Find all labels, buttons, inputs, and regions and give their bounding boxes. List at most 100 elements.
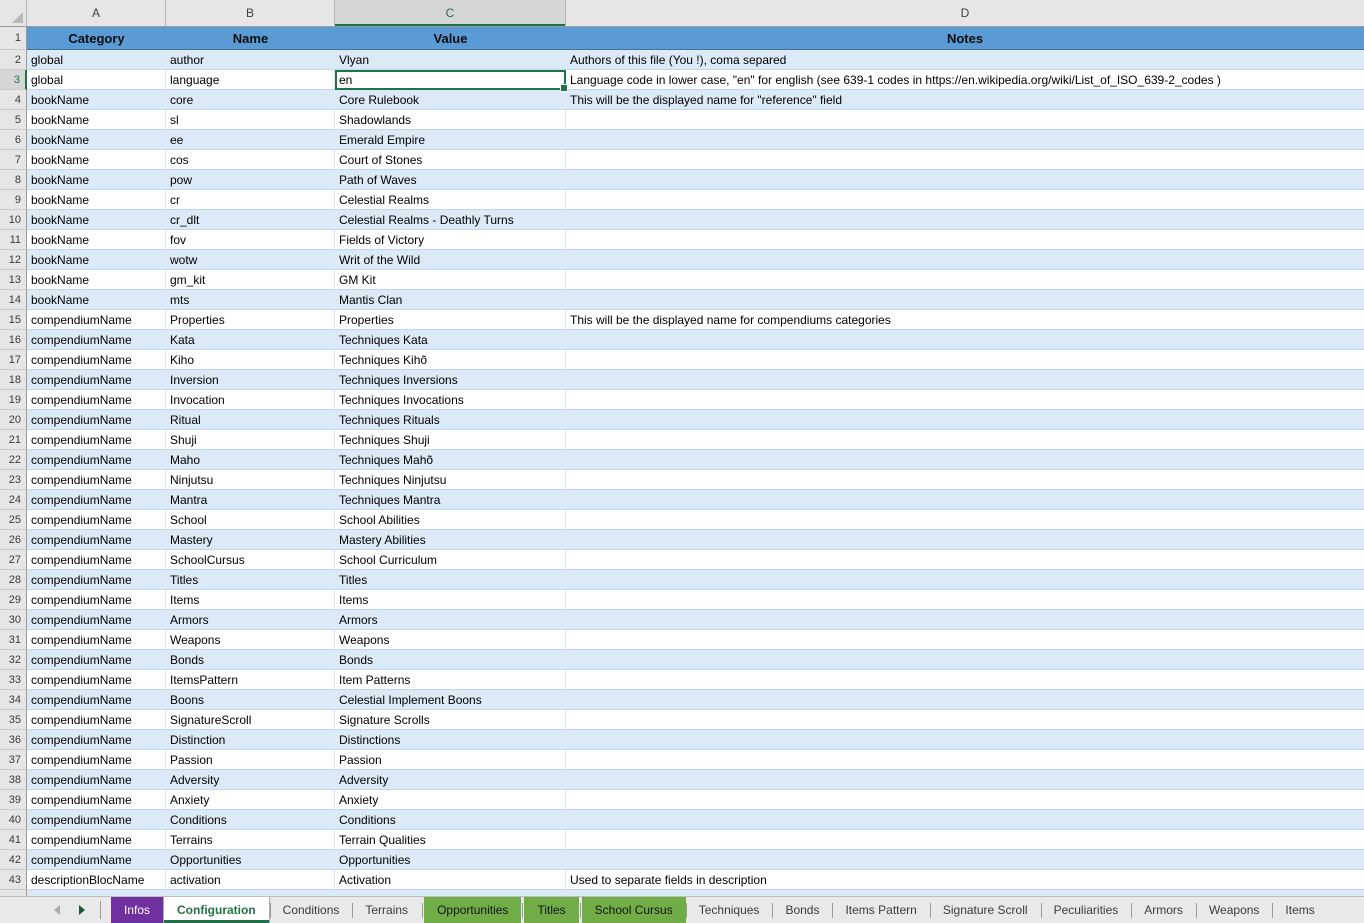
- row-number[interactable]: 15: [0, 310, 27, 330]
- row-number[interactable]: 6: [0, 130, 27, 150]
- row-number[interactable]: 7: [0, 150, 27, 170]
- sheet-tab-terrains[interactable]: Terrains: [352, 897, 421, 923]
- cell-name[interactable]: pow: [166, 170, 335, 190]
- cell-category[interactable]: compendiumName: [27, 490, 166, 510]
- cell-category[interactable]: bookName: [27, 290, 166, 310]
- cell-category[interactable]: compendiumName: [27, 590, 166, 610]
- cell-value[interactable]: Anxiety: [335, 790, 566, 810]
- cell-name[interactable]: Conditions: [166, 810, 335, 830]
- header-name[interactable]: Name: [166, 27, 335, 50]
- row-number[interactable]: 13: [0, 270, 27, 290]
- cell-category[interactable]: bookName: [27, 110, 166, 130]
- sheet-tab-configuration[interactable]: Configuration: [163, 897, 270, 923]
- cell-value[interactable]: Opportunities: [335, 850, 566, 870]
- cell-value[interactable]: Terrain Qualities: [335, 830, 566, 850]
- cell-category[interactable]: bookName: [27, 130, 166, 150]
- row-number[interactable]: 39: [0, 790, 27, 810]
- cell-value[interactable]: Techniques Ninjutsu: [335, 470, 566, 490]
- cell-name[interactable]: Anxiety: [166, 790, 335, 810]
- row-number[interactable]: 31: [0, 630, 27, 650]
- row-number[interactable]: 10: [0, 210, 27, 230]
- cell-name[interactable]: Items: [166, 590, 335, 610]
- next-sheet-arrow-icon[interactable]: [79, 905, 85, 915]
- cell-value[interactable]: Fields of Victory: [335, 230, 566, 250]
- cell-name[interactable]: School: [166, 510, 335, 530]
- row-number[interactable]: 11: [0, 230, 27, 250]
- cell-notes[interactable]: [566, 370, 1364, 390]
- row-number[interactable]: 16: [0, 330, 27, 350]
- cell-value[interactable]: Techniques Invocations: [335, 390, 566, 410]
- cell-value[interactable]: School Abilities: [335, 510, 566, 530]
- row-number[interactable]: 8: [0, 170, 27, 190]
- cell-notes[interactable]: Language code in lower case, "en" for en…: [566, 70, 1364, 90]
- cell-value[interactable]: Weapons: [335, 630, 566, 650]
- cell-category[interactable]: global: [27, 50, 166, 70]
- cell-notes[interactable]: [566, 270, 1364, 290]
- cell-notes[interactable]: [566, 130, 1364, 150]
- cell-name[interactable]: Properties: [166, 310, 335, 330]
- cell-name[interactable]: Mastery: [166, 530, 335, 550]
- cell-notes[interactable]: [566, 730, 1364, 750]
- cell-value[interactable]: Signature Scrolls: [335, 710, 566, 730]
- cell-name[interactable]: Weapons: [166, 630, 335, 650]
- column-header-d[interactable]: D: [566, 0, 1364, 26]
- row-number[interactable]: 40: [0, 810, 27, 830]
- cell-category[interactable]: compendiumName: [27, 730, 166, 750]
- cell-notes[interactable]: [566, 570, 1364, 590]
- cell-category[interactable]: bookName: [27, 190, 166, 210]
- row-number[interactable]: 4: [0, 90, 27, 110]
- cell-notes[interactable]: [566, 210, 1364, 230]
- cell-name[interactable]: SignatureScroll: [166, 710, 335, 730]
- cell-category[interactable]: compendiumName: [27, 550, 166, 570]
- cell-value[interactable]: Techniques Inversions: [335, 370, 566, 390]
- cell-name[interactable]: cr: [166, 190, 335, 210]
- cell-category[interactable]: compendiumName: [27, 330, 166, 350]
- cell-category[interactable]: bookName: [27, 230, 166, 250]
- cell-value[interactable]: Properties: [335, 310, 566, 330]
- cell-name[interactable]: Mantra: [166, 490, 335, 510]
- select-all-button[interactable]: [0, 0, 27, 26]
- cell-category[interactable]: compendiumName: [27, 390, 166, 410]
- cell-name[interactable]: author: [166, 50, 335, 70]
- cell-notes[interactable]: [566, 650, 1364, 670]
- cell-value[interactable]: Mastery Abilities: [335, 530, 566, 550]
- row-number[interactable]: 32: [0, 650, 27, 670]
- cell-value[interactable]: Shadowlands: [335, 110, 566, 130]
- cell-value[interactable]: Vlyan: [335, 50, 566, 70]
- cell-notes[interactable]: This will be the displayed name for "ref…: [566, 90, 1364, 110]
- cell-notes[interactable]: [566, 770, 1364, 790]
- cell-category[interactable]: compendiumName: [27, 750, 166, 770]
- cell-value[interactable]: Emerald Empire: [335, 130, 566, 150]
- cell-category[interactable]: global: [27, 70, 166, 90]
- cell-notes[interactable]: [566, 630, 1364, 650]
- cell-value[interactable]: Celestial Implement Boons: [335, 690, 566, 710]
- cell-name[interactable]: cos: [166, 150, 335, 170]
- row-number[interactable]: 41: [0, 830, 27, 850]
- cell-category[interactable]: compendiumName: [27, 430, 166, 450]
- cell-value[interactable]: Activation: [335, 870, 566, 890]
- sheet-tab-opportunities[interactable]: Opportunities: [424, 897, 521, 923]
- row-number[interactable]: 37: [0, 750, 27, 770]
- cell-name[interactable]: Armors: [166, 610, 335, 630]
- row-number[interactable]: 33: [0, 670, 27, 690]
- cell-value[interactable]: Items: [335, 590, 566, 610]
- cell-category[interactable]: compendiumName: [27, 810, 166, 830]
- cell-notes[interactable]: [566, 350, 1364, 370]
- cell-name[interactable]: cr_dlt: [166, 210, 335, 230]
- sheet-tab-items[interactable]: Items: [1272, 897, 1327, 923]
- cell-name[interactable]: Terrains: [166, 830, 335, 850]
- cell-notes[interactable]: [566, 450, 1364, 470]
- cell-notes[interactable]: [566, 750, 1364, 770]
- cell-notes[interactable]: [566, 790, 1364, 810]
- row-number[interactable]: 24: [0, 490, 27, 510]
- cell-notes[interactable]: This will be the displayed name for comp…: [566, 310, 1364, 330]
- cell-notes[interactable]: [566, 110, 1364, 130]
- row-number[interactable]: 35: [0, 710, 27, 730]
- cell-name[interactable]: Maho: [166, 450, 335, 470]
- cell-value[interactable]: Techniques Mantra: [335, 490, 566, 510]
- cell-name[interactable]: Ninjutsu: [166, 470, 335, 490]
- cell-notes[interactable]: [566, 610, 1364, 630]
- cell-name[interactable]: Titles: [166, 570, 335, 590]
- cell-value[interactable]: Bonds: [335, 650, 566, 670]
- cell-name[interactable]: Passion: [166, 750, 335, 770]
